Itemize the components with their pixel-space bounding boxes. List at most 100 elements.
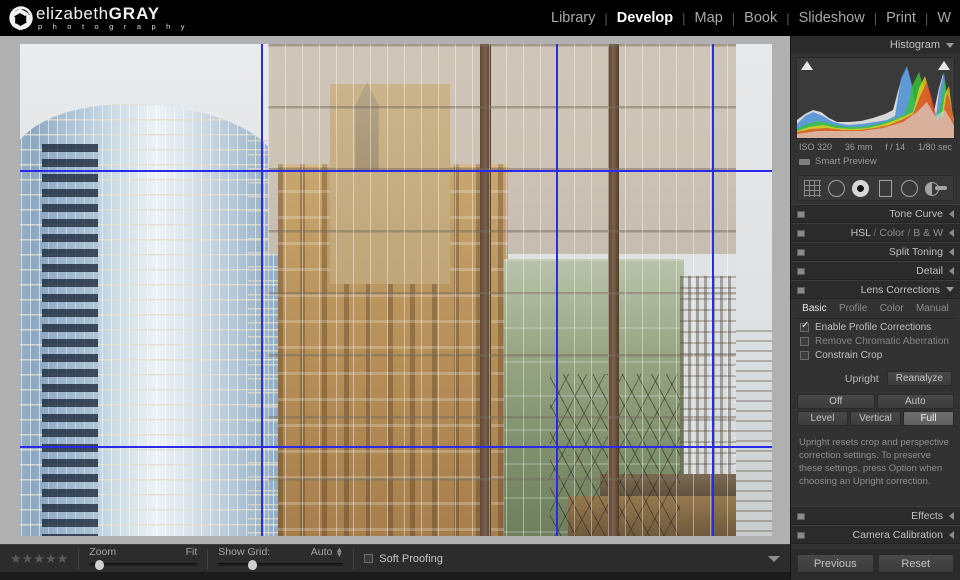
iso-value: ISO 320 (799, 142, 833, 152)
panel-header-lens-corrections[interactable]: Lens Corrections (791, 280, 960, 299)
adjustment-brush-tool-icon[interactable] (924, 182, 947, 196)
chevron-left-icon[interactable] (949, 209, 954, 218)
spot-removal-tool-icon[interactable] (828, 179, 846, 197)
constrain-crop-label: Constrain Crop (815, 350, 883, 361)
panel-footer-buttons: Previous Reset (791, 549, 960, 580)
soft-proofing-label: Soft Proofing (379, 552, 443, 565)
chevron-left-icon[interactable] (949, 511, 954, 520)
zoom-value: Fit (185, 545, 198, 558)
constrain-crop-checkbox[interactable] (800, 351, 809, 360)
upright-full-button[interactable]: Full (903, 411, 954, 426)
show-grid-slider[interactable]: Show Grid: Auto ▲ ▼ (218, 546, 344, 572)
chevron-left-icon[interactable] (949, 247, 954, 256)
zoom-label: Zoom (89, 545, 117, 558)
panel-header-hsl-color-bw[interactable]: HSL / Color / B & W (791, 223, 960, 242)
chevron-left-icon[interactable] (949, 228, 954, 237)
remove-chromatic-aberration-row[interactable]: Remove Chromatic Aberration (791, 333, 960, 347)
enable-profile-corrections-row[interactable]: Enable Profile Corrections (791, 319, 960, 333)
nav-item-library[interactable]: Library (542, 10, 604, 26)
radial-filter-tool-icon[interactable] (900, 179, 918, 197)
lens-corrections-body: Basic Profile Color Manual Enable Profil… (791, 299, 960, 502)
aperture-value: f / 14 (885, 142, 906, 152)
panel-switch-camera-calibration[interactable] (797, 532, 805, 539)
star-rating[interactable]: ★★★★★ (0, 551, 68, 567)
exposure-metadata: ISO 320 36 mm f / 14 1/80 sec (791, 139, 960, 152)
logo-primary-bold: GRAY (108, 4, 161, 24)
chevron-down-icon[interactable] (946, 42, 954, 48)
panel-switch-lens-corrections[interactable] (797, 287, 805, 294)
panel-title-detail: Detail (916, 264, 943, 277)
brand-logo[interactable]: elizabethGRAY p h o t o g r a p h y (0, 5, 189, 31)
show-grid-stepper-icon[interactable]: ▲ ▼ (335, 546, 343, 559)
graduated-filter-tool-icon[interactable] (878, 179, 892, 197)
remove-chromatic-aberration-label: Remove Chromatic Aberration (815, 336, 949, 347)
previous-button[interactable]: Previous (797, 554, 874, 573)
reanalyze-button[interactable]: Reanalyze (886, 371, 952, 386)
shadow-clipping-triangle-icon[interactable] (801, 61, 813, 70)
upright-vertical-button[interactable]: Vertical (850, 411, 901, 426)
soft-proofing-control[interactable]: Soft Proofing (354, 545, 453, 572)
nav-item-book[interactable]: Book (735, 10, 786, 26)
right-background-building (736, 330, 772, 536)
upright-mode-row-2: Level Vertical Full (791, 411, 960, 426)
crop-overlay-tool-icon[interactable] (804, 179, 821, 197)
panel-title-tone-curve: Tone Curve (889, 207, 943, 220)
nav-item-slideshow[interactable]: Slideshow (790, 10, 874, 26)
constrain-crop-row[interactable]: Constrain Crop (791, 347, 960, 361)
nav-item-web[interactable]: W (928, 10, 960, 26)
show-grid-slider-track[interactable] (218, 562, 344, 566)
panel-header-split-toning[interactable]: Split Toning (791, 242, 960, 261)
hsl-label[interactable]: HSL (851, 227, 871, 239)
show-grid-control[interactable]: Show Grid: Auto ▲ ▼ (208, 545, 353, 572)
smart-preview-chip-icon (799, 158, 810, 165)
chevron-left-icon[interactable] (949, 266, 954, 275)
highlight-clipping-triangle-icon[interactable] (938, 61, 950, 70)
tab-manual[interactable]: Manual (916, 303, 949, 314)
zoom-slider-knob[interactable] (95, 559, 105, 570)
focal-length-value: 36 mm (844, 142, 873, 152)
blue-glass-tower (20, 104, 278, 536)
nav-item-print[interactable]: Print (877, 10, 925, 26)
red-eye-correction-tool-icon[interactable] (852, 179, 870, 197)
bw-label[interactable]: B & W (913, 227, 943, 239)
upright-level-button[interactable]: Level (797, 411, 848, 426)
panel-switch-tone-curve[interactable] (797, 211, 805, 218)
upright-section-header: Upright Reanalyze (791, 361, 960, 392)
chevron-down-icon[interactable] (946, 287, 954, 292)
panel-header-tone-curve[interactable]: Tone Curve (791, 204, 960, 223)
show-grid-value[interactable]: Auto (311, 546, 333, 558)
panel-header-effects[interactable]: Effects (791, 506, 960, 525)
enable-profile-corrections-label: Enable Profile Corrections (815, 322, 932, 333)
panel-header-camera-calibration[interactable]: Camera Calibration (791, 525, 960, 544)
panel-switch-effects[interactable] (797, 513, 805, 520)
upright-mode-row-1: Off Auto (791, 394, 960, 409)
color-label[interactable]: Color (879, 227, 904, 239)
zoom-slider[interactable]: Zoom Fit (89, 545, 198, 572)
toolbar-collapse-icon[interactable] (768, 555, 780, 562)
histogram-graph[interactable] (796, 57, 955, 139)
chevron-left-icon[interactable] (949, 530, 954, 539)
image-stage[interactable] (0, 36, 790, 544)
lens-corrections-tabs: Basic Profile Color Manual (796, 299, 955, 319)
panel-switch-detail[interactable] (797, 268, 805, 275)
soft-proofing-checkbox[interactable] (364, 554, 374, 563)
reset-button[interactable]: Reset (877, 554, 954, 573)
upright-off-button[interactable]: Off (797, 394, 875, 409)
zoom-control[interactable]: Zoom Fit (79, 545, 207, 572)
photo-canvas[interactable] (20, 44, 772, 536)
panel-switch-hsl[interactable] (797, 230, 805, 237)
upright-auto-button[interactable]: Auto (876, 394, 954, 409)
enable-profile-corrections-checkbox[interactable] (800, 321, 809, 332)
tab-profile[interactable]: Profile (839, 303, 867, 314)
tab-basic[interactable]: Basic (802, 303, 826, 314)
tab-color[interactable]: Color (880, 303, 904, 314)
nav-item-map[interactable]: Map (686, 10, 732, 26)
remove-chromatic-aberration-checkbox[interactable] (800, 337, 809, 346)
nav-item-develop[interactable]: Develop (608, 10, 682, 26)
panel-switch-split-toning[interactable] (797, 249, 805, 256)
histogram-header[interactable]: Histogram (791, 36, 960, 54)
panel-header-detail[interactable]: Detail (791, 261, 960, 280)
show-grid-slider-knob[interactable] (248, 559, 258, 570)
zoom-slider-track[interactable] (89, 562, 198, 566)
upright-help-text: Upright resets crop and perspective corr… (799, 437, 949, 487)
